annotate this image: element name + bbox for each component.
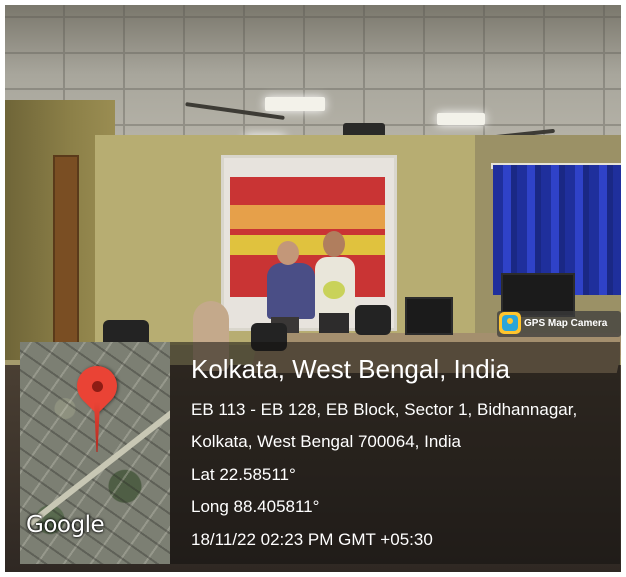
map-road <box>28 404 170 526</box>
slide-title-band <box>230 205 385 229</box>
computer-monitor <box>405 297 453 335</box>
guest-head <box>323 231 345 257</box>
photo-frame: Google Kolkata, West Bengal, India EB 11… <box>0 0 626 577</box>
presenter-body <box>267 263 315 319</box>
chair <box>355 305 391 335</box>
ceiling-light <box>265 97 325 111</box>
address-line-2: Kolkata, West Bengal 700064, India <box>191 432 461 451</box>
slide-subtitle-band <box>230 235 385 255</box>
address-line-1: EB 113 - EB 128, EB Block, Sector 1, Bid… <box>191 400 578 419</box>
presenter-head <box>277 241 299 265</box>
latitude-text: Lat 22.58511° <box>191 465 296 484</box>
place-title: Kolkata, West Bengal, India <box>191 354 510 384</box>
app-badge-label: GPS Map Camera <box>524 318 608 329</box>
longitude-text: Long 88.405811° <box>191 497 320 516</box>
gps-map-camera-icon <box>499 312 521 334</box>
map-pin-center <box>92 381 103 392</box>
flower-bouquet <box>323 281 345 299</box>
ceiling-light <box>437 113 485 125</box>
map-pin-shadow <box>94 402 100 452</box>
google-map-logo: Google <box>26 512 105 538</box>
gps-map-camera-icon-dot <box>507 318 513 324</box>
timestamp-text: 18/11/22 02:23 PM GMT +05:30 <box>191 530 433 549</box>
door <box>53 155 79 349</box>
